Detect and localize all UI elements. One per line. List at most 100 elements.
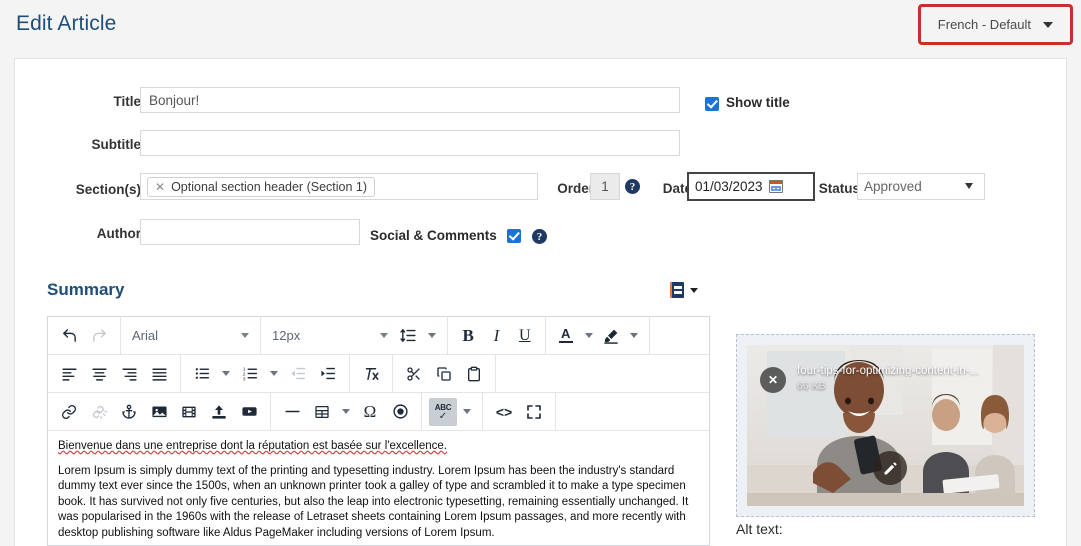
editor-toolbar-row-1: Arial 12px B I U: [48, 317, 709, 355]
font-size-select[interactable]: 12px: [268, 322, 392, 350]
editor-toolbar-row-3: Ω ABC ✓ <>: [48, 393, 709, 431]
bold-button[interactable]: B: [455, 322, 481, 350]
align-justify-icon[interactable]: [145, 360, 173, 388]
anchor-icon[interactable]: [115, 398, 143, 426]
highlighter-icon[interactable]: [599, 322, 625, 350]
italic-button[interactable]: I: [483, 322, 509, 350]
rich-text-editor: Arial 12px B I U: [47, 316, 710, 546]
order-help-icon[interactable]: ?: [625, 179, 640, 194]
chevron-down-icon[interactable]: [270, 371, 278, 376]
section-chip-label: Optional section header (Section 1): [171, 180, 367, 194]
paste-icon[interactable]: [460, 360, 488, 388]
table-icon[interactable]: [308, 398, 336, 426]
chevron-down-icon[interactable]: [222, 371, 230, 376]
numbered-list-icon[interactable]: 123: [236, 360, 264, 388]
layout-list-icon[interactable]: [670, 282, 684, 298]
svg-text:3: 3: [242, 377, 245, 382]
undo-icon[interactable]: [55, 322, 83, 350]
date-value: 01/03/2023: [695, 179, 763, 194]
align-left-icon[interactable]: [55, 360, 83, 388]
status-select[interactable]: Approved: [857, 173, 985, 200]
sections-field[interactable]: ✕ Optional section header (Section 1): [140, 173, 538, 200]
chevron-down-icon[interactable]: [630, 333, 638, 338]
text-color-icon[interactable]: A: [553, 322, 579, 350]
image-icon[interactable]: [145, 398, 173, 426]
youtube-icon[interactable]: [235, 398, 263, 426]
summary-heading: Summary: [47, 280, 124, 300]
image-file-name: four-tips-for-optimizing-content-in-...: [797, 365, 979, 377]
upload-icon[interactable]: [205, 398, 233, 426]
fullscreen-icon[interactable]: [520, 398, 548, 426]
section-chip[interactable]: ✕ Optional section header (Section 1): [147, 177, 375, 197]
close-icon[interactable]: ✕: [155, 181, 165, 193]
language-selector-button[interactable]: French - Default: [923, 9, 1068, 40]
film-icon[interactable]: [175, 398, 203, 426]
remove-image-button[interactable]: ✕: [760, 367, 786, 393]
indent-icon[interactable]: [314, 360, 342, 388]
line-height-icon[interactable]: [394, 322, 422, 350]
alt-text-label: Alt text:: [736, 521, 783, 537]
chevron-down-icon[interactable]: [463, 409, 471, 414]
spellcheck-icon[interactable]: ABC ✓: [429, 398, 457, 426]
font-family-value: Arial: [132, 328, 158, 343]
language-selector-label: French - Default: [938, 17, 1031, 32]
bullet-list-icon[interactable]: [188, 360, 216, 388]
clear-formatting-icon[interactable]: [357, 360, 385, 388]
outdent-icon[interactable]: [284, 360, 312, 388]
link-icon[interactable]: [55, 398, 83, 426]
date-field[interactable]: 01/03/2023: [687, 172, 815, 201]
close-icon: ✕: [768, 373, 778, 387]
social-comments-help-icon[interactable]: ?: [532, 229, 547, 244]
list-group: 123: [181, 355, 350, 392]
chevron-down-icon[interactable]: [690, 288, 698, 293]
insert-group: [48, 393, 271, 430]
calendar-icon[interactable]: [769, 180, 783, 193]
order-label: Order: [542, 181, 594, 196]
page-title: Edit Article: [16, 12, 116, 36]
chevron-down-icon[interactable]: [585, 333, 593, 338]
target-icon[interactable]: [386, 398, 414, 426]
text-style-group: B I U: [448, 317, 546, 354]
language-selector-highlight: French - Default: [918, 4, 1073, 45]
author-input[interactable]: [140, 219, 360, 245]
align-center-icon[interactable]: [85, 360, 113, 388]
image-card[interactable]: ✕ four-tips-for-optimizing-content-in-..…: [747, 345, 1024, 506]
omega-icon[interactable]: Ω: [356, 398, 384, 426]
chevron-down-icon[interactable]: [342, 409, 350, 414]
chevron-down-icon: [241, 333, 249, 338]
chevron-down-icon[interactable]: [428, 333, 436, 338]
show-title-label: Show title: [726, 95, 790, 110]
view-group: <>: [483, 393, 556, 430]
edit-article-page: Edit Article French - Default Title Show…: [0, 0, 1081, 546]
code-icon[interactable]: <>: [490, 398, 518, 426]
pencil-icon: [882, 460, 899, 477]
history-group: [48, 317, 121, 354]
underline-button[interactable]: U: [512, 322, 538, 350]
scissors-icon[interactable]: [400, 360, 428, 388]
subtitle-input[interactable]: [140, 130, 680, 156]
chevron-down-icon: [380, 333, 388, 338]
clipboard-group: [393, 355, 496, 392]
title-label: Title: [77, 94, 141, 109]
unlink-icon[interactable]: [85, 398, 113, 426]
status-label: Status: [810, 181, 860, 196]
toolbar-row2-spacer: [496, 355, 709, 392]
image-file-size: 66 KB: [797, 380, 826, 392]
object-group: Ω: [271, 393, 422, 430]
redo-icon[interactable]: [85, 322, 113, 350]
editor-content-area[interactable]: Bienvenue dans une entreprise dont la ré…: [48, 431, 709, 541]
font-family-select[interactable]: Arial: [121, 317, 261, 354]
show-title-checkbox[interactable]: [705, 97, 719, 111]
edit-image-button[interactable]: [873, 451, 907, 485]
title-input[interactable]: [140, 87, 680, 113]
sections-label: Section(s): [45, 182, 141, 197]
social-comments-checkbox[interactable]: [507, 229, 521, 243]
align-right-icon[interactable]: [115, 360, 143, 388]
horizontal-rule-icon[interactable]: [278, 398, 306, 426]
alignment-group: [48, 355, 181, 392]
order-value: 1: [590, 173, 620, 200]
clear-format-group: [350, 355, 393, 392]
copy-icon[interactable]: [430, 360, 458, 388]
social-comments-label: Social & Comments: [370, 228, 497, 243]
svg-text:2: 2: [242, 372, 245, 378]
